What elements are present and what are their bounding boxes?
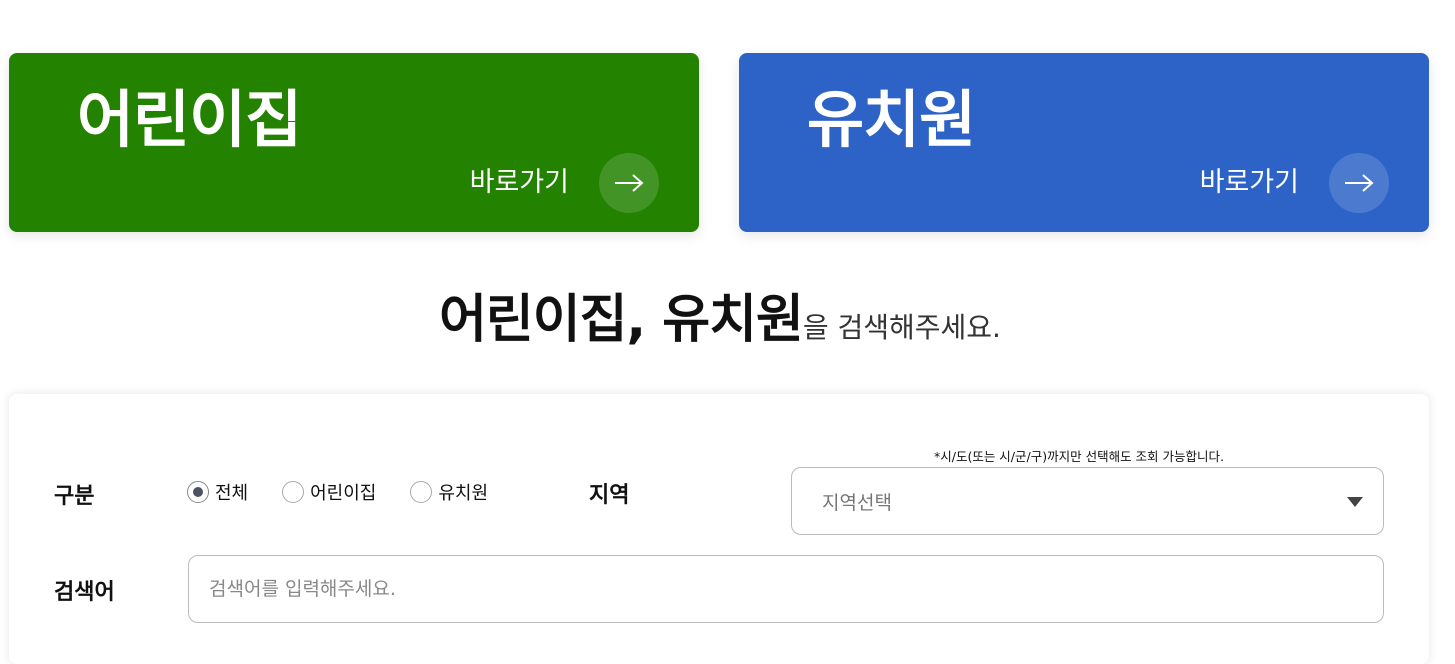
kindergarten-shortcut-label[interactable]: 바로가기 <box>1200 165 1299 201</box>
region-select[interactable]: 지역선택 <box>791 467 1384 535</box>
headline-strong: 어린이집, 유치원 <box>439 290 804 350</box>
category-label: 구분 <box>54 484 95 509</box>
radio-kindergarten-label: 유치원 <box>438 483 489 504</box>
radio-daycare[interactable]: 어린이집 <box>282 479 376 505</box>
radio-checked-icon[interactable] <box>187 481 209 503</box>
region-select-value: 지역선택 <box>822 491 892 514</box>
search-headline: 어린이집, 유치원을 검색해주세요. <box>0 285 1440 367</box>
radio-daycare-label: 어린이집 <box>310 483 377 504</box>
region-hint: *시/도(또는 시/군/구)까지만 선택해도 조회 가능합니다. <box>934 449 1225 464</box>
arrow-right-icon[interactable] <box>599 153 659 213</box>
radio-unchecked-icon[interactable] <box>282 481 305 503</box>
kindergarten-card-title: 유치원 <box>807 83 976 156</box>
radio-unchecked-icon[interactable] <box>410 481 433 503</box>
category-radio-group: 전체 어린이집 유치원 <box>187 479 522 505</box>
headline-light: 을 검색해주세요. <box>802 311 1001 344</box>
caret-down-icon[interactable] <box>1347 497 1363 507</box>
keyword-label: 검색어 <box>54 580 115 605</box>
kindergarten-card[interactable]: 유치원 바로가기 <box>739 53 1429 232</box>
daycare-card[interactable]: 어린이집 바로가기 <box>9 53 699 232</box>
search-panel: 구분 전체 어린이집 유치원 지역 *시/도(또는 시/군/구)까지만 선택해도… <box>9 394 1429 664</box>
daycare-card-title: 어린이집 <box>77 83 302 156</box>
radio-kindergarten[interactable]: 유치원 <box>410 479 488 505</box>
daycare-shortcut-label[interactable]: 바로가기 <box>470 165 569 201</box>
arrow-right-icon[interactable] <box>1329 153 1389 213</box>
keyword-input[interactable] <box>188 555 1384 623</box>
radio-all-label: 전체 <box>215 483 249 504</box>
radio-all[interactable]: 전체 <box>187 479 248 505</box>
region-label: 지역 <box>589 483 630 508</box>
